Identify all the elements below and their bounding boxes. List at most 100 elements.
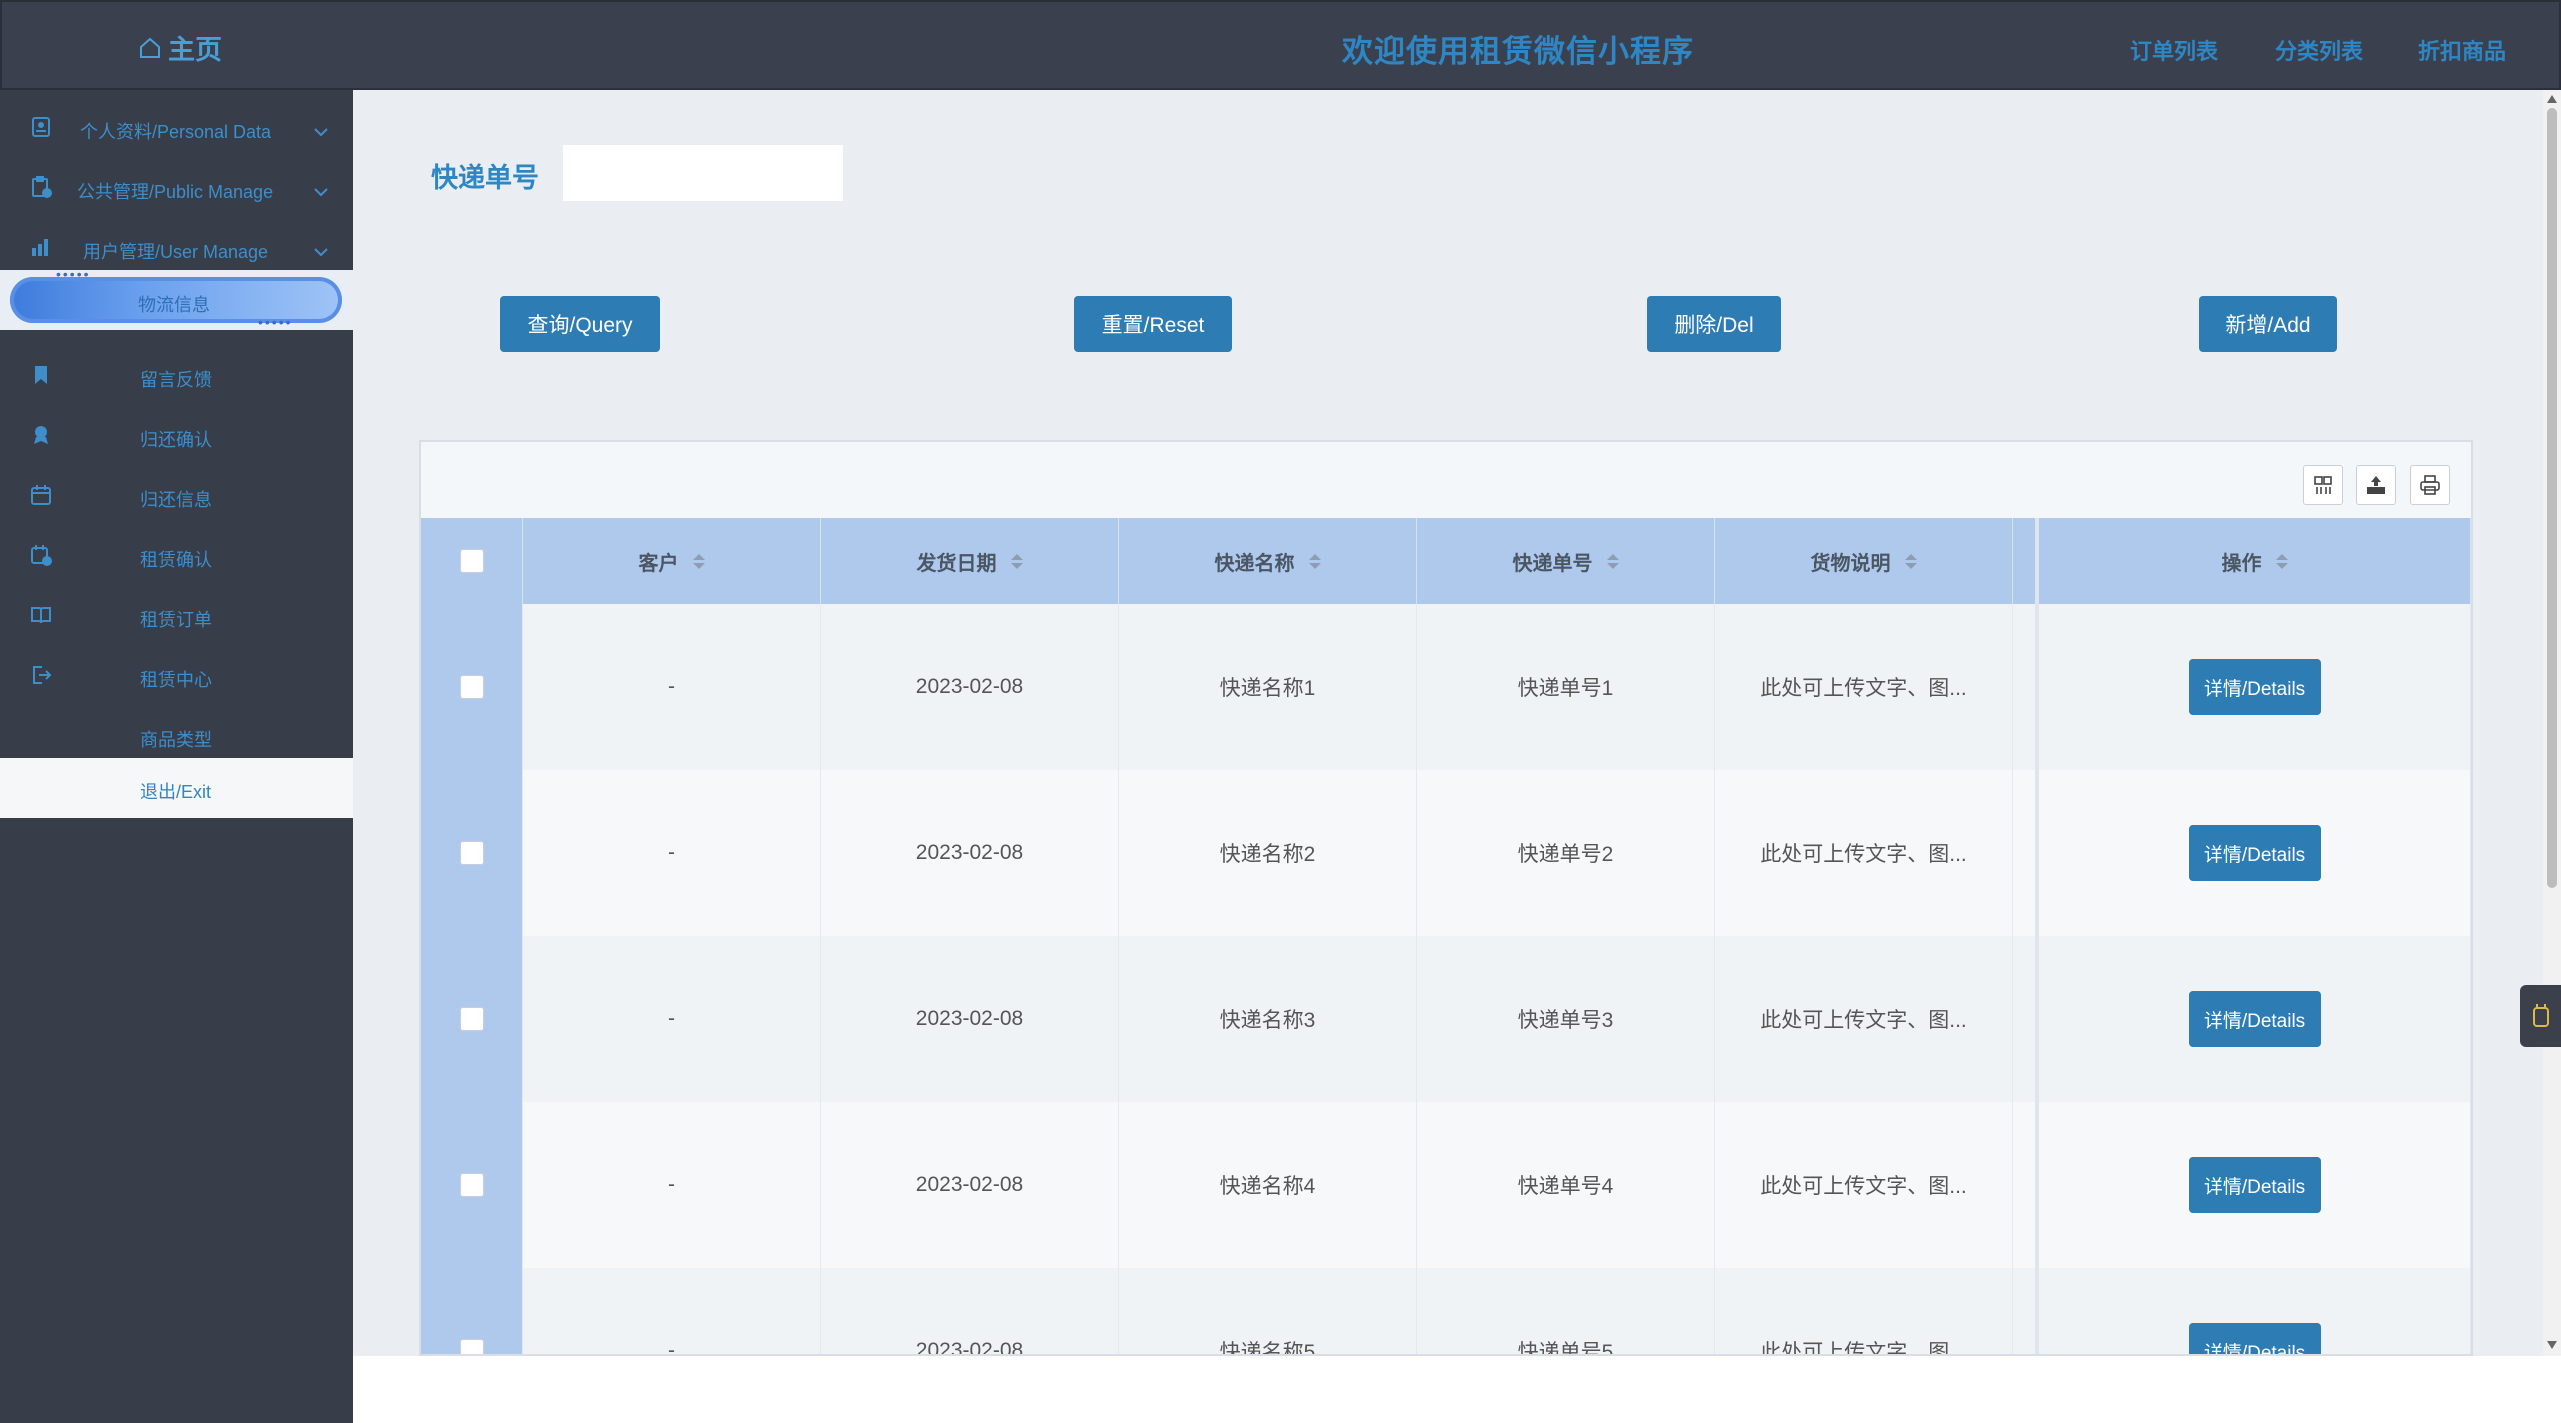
details-button[interactable]: 详情/Details <box>2188 825 2321 881</box>
sort-icon <box>1010 553 1023 569</box>
column-header-customer[interactable]: 客户 <box>523 518 821 604</box>
row-checkbox[interactable] <box>459 675 484 699</box>
footer-area <box>353 1356 2561 1423</box>
table-row: - 2023-02-08 快递名称1 快递单号1 此处可上传文字、图... 详情… <box>421 604 2471 770</box>
row-select-cell <box>421 604 523 770</box>
cell-customer: - <box>523 1268 821 1354</box>
cell-customer: - <box>523 1102 821 1268</box>
cell-courier-name: 快递名称4 <box>1119 1102 1417 1268</box>
nav-order-list[interactable]: 订单列表 <box>2130 34 2218 66</box>
chevron-down-icon <box>314 188 328 197</box>
columns-icon <box>2314 476 2332 494</box>
sidebar-item-rent-center[interactable]: 租赁中心 <box>0 646 353 706</box>
sidebar-item-user-manage[interactable]: 用户管理/User Manage <box>0 218 353 278</box>
sidebar-item-label: 留言反馈 <box>140 370 212 390</box>
cell-tracking-number: 快递单号1 <box>1417 604 1715 770</box>
sidebar-item-label: 公共管理/Public Manage <box>77 182 274 202</box>
sidebar-item-label: 用户管理/User Manage <box>83 242 269 262</box>
print-icon <box>2420 475 2440 495</box>
floating-side-tab[interactable] <box>2520 985 2561 1047</box>
cell-goods-desc: 此处可上传文字、图... <box>1715 936 2013 1102</box>
home-label: 主页 <box>168 35 222 65</box>
nav-category-list[interactable]: 分类列表 <box>2275 34 2363 66</box>
dots-decoration: ••••• <box>258 314 293 330</box>
sidebar-item-label: 租赁确认 <box>140 550 212 570</box>
add-button[interactable]: 新增/Add <box>2199 296 2337 352</box>
scroll-down-icon[interactable] <box>2546 1340 2558 1350</box>
home-icon <box>140 37 160 58</box>
cell-customer: - <box>523 770 821 936</box>
reset-button[interactable]: 重置/Reset <box>1074 296 1232 352</box>
logout-icon <box>33 666 52 684</box>
row-checkbox[interactable] <box>459 1007 484 1031</box>
cell-actions: 详情/Details <box>2039 604 2471 770</box>
sidebar-item-label: 退出/Exit <box>140 782 212 802</box>
calendar-icon <box>31 485 51 505</box>
cup-icon <box>2532 1004 2549 1027</box>
delete-button[interactable]: 删除/Del <box>1647 296 1781 352</box>
row-select-cell <box>421 1268 523 1354</box>
details-button[interactable]: 详情/Details <box>2188 659 2321 715</box>
row-checkbox[interactable] <box>459 841 484 865</box>
sidebar-item-personal-data[interactable]: 个人资料/Personal Data <box>0 98 353 158</box>
cell-actions: 详情/Details <box>2039 1268 2471 1354</box>
sidebar-item-label: 个人资料/Personal Data <box>80 122 272 142</box>
nav-discount-goods[interactable]: 折扣商品 <box>2418 34 2506 66</box>
sidebar-item-rent-order[interactable]: 租赁订单 <box>0 586 353 646</box>
column-header-goods-desc[interactable]: 货物说明 <box>1715 518 2013 604</box>
row-checkbox[interactable] <box>459 1339 484 1354</box>
sidebar-item-label: 租赁订单 <box>140 610 212 630</box>
sidebar-item-logistics[interactable]: 物流信息 ••••• ••••• <box>0 266 353 330</box>
query-button[interactable]: 查询/Query <box>500 296 660 352</box>
select-all-checkbox[interactable] <box>459 549 484 573</box>
table-row: - 2023-02-08 快递名称2 快递单号2 此处可上传文字、图... 详情… <box>421 770 2471 936</box>
cell-tracking-number: 快递单号4 <box>1417 1102 1715 1268</box>
details-button[interactable]: 详情/Details <box>2188 991 2321 1047</box>
sidebar-item-public-manage[interactable]: 公共管理/Public Manage <box>0 158 353 218</box>
columns-toggle-button[interactable] <box>2303 465 2343 505</box>
sidebar-item-label: 归还信息 <box>140 490 212 510</box>
table-row: - 2023-02-08 快递名称4 快递单号4 此处可上传文字、图... 详情… <box>421 1102 2471 1268</box>
sidebar-item-goods-type[interactable]: 商品类型 <box>0 706 353 766</box>
cell-tracking-number: 快递单号2 <box>1417 770 1715 936</box>
data-table: 客户 发货日期 快递名称 快递单号 货物说明 操作 - 2023-02-08 快… <box>419 440 2473 1356</box>
cell-actions: 详情/Details <box>2039 1102 2471 1268</box>
sort-icon <box>1606 553 1619 569</box>
print-button[interactable] <box>2410 465 2450 505</box>
user-badge-icon <box>34 426 48 444</box>
cell-ship-date: 2023-02-08 <box>821 1268 1119 1354</box>
tracking-number-input[interactable] <box>563 145 843 201</box>
cell-courier-name: 快递名称5 <box>1119 1268 1417 1354</box>
chevron-down-icon <box>314 128 328 137</box>
export-button[interactable] <box>2356 465 2396 505</box>
home-link[interactable]: 主页 <box>138 28 222 67</box>
scroll-thumb[interactable] <box>2547 108 2557 888</box>
sidebar-item-rent-confirm[interactable]: 租赁确认 <box>0 526 353 586</box>
cell-courier-name: 快递名称3 <box>1119 936 1417 1102</box>
export-icon <box>2367 476 2385 494</box>
sidebar-item-exit[interactable]: 退出/Exit <box>0 758 353 818</box>
profile-icon <box>32 117 50 137</box>
scroll-up-icon[interactable] <box>2546 94 2558 104</box>
cell-goods-desc: 此处可上传文字、图... <box>1715 770 2013 936</box>
cell-actions: 详情/Details <box>2039 770 2471 936</box>
column-header-actions[interactable]: 操作 <box>2039 518 2471 604</box>
main-content: 快递单号 查询/Query 重置/Reset 删除/Del 新增/Add 客户 … <box>353 90 2543 1356</box>
cell-goods-desc: 此处可上传文字、图... <box>1715 1102 2013 1268</box>
sort-icon <box>1904 553 1917 569</box>
sidebar: 个人资料/Personal Data 公共管理/Public Manage 用户… <box>0 90 353 1423</box>
sidebar-item-return-info[interactable]: 归还信息 <box>0 466 353 526</box>
page-scrollbar[interactable] <box>2543 90 2561 1356</box>
column-header-ship-date[interactable]: 发货日期 <box>821 518 1119 604</box>
details-button[interactable]: 详情/Details <box>2188 1157 2321 1213</box>
calendar-check-icon <box>31 545 52 566</box>
sidebar-item-return-confirm[interactable]: 归还确认 <box>0 406 353 466</box>
details-button[interactable]: 详情/Details <box>2188 1323 2321 1354</box>
dots-decoration: ••••• <box>56 266 91 282</box>
column-header-courier-name[interactable]: 快递名称 <box>1119 518 1417 604</box>
chart-icon <box>32 239 48 256</box>
sidebar-item-feedback[interactable]: 留言反馈 <box>0 346 353 406</box>
column-header-tracking-number[interactable]: 快递单号 <box>1417 518 1715 604</box>
row-checkbox[interactable] <box>459 1173 484 1197</box>
cell-tracking-number: 快递单号5 <box>1417 1268 1715 1354</box>
